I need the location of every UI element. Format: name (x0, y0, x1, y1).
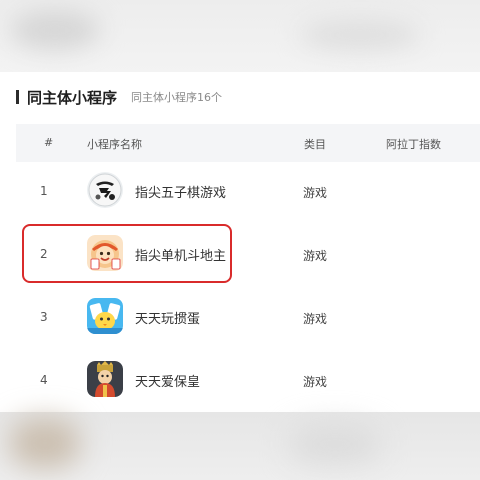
header-category: 类目 (304, 138, 326, 151)
section-accent-bar (16, 90, 19, 104)
gomoku-app-icon[interactable] (87, 172, 123, 208)
table-row[interactable]: 4 天天爱保皇 游戏 (16, 349, 480, 411)
app-name-link[interactable]: 天天爱保皇 (135, 371, 200, 390)
blur-smudge (290, 424, 380, 464)
row-index: 1 (40, 184, 48, 198)
header-index: # (44, 136, 54, 149)
category-cell: 游戏 (303, 312, 328, 326)
section-header: 同主体小程序 同主体小程序16个 (16, 86, 222, 108)
category-cell: 游戏 (303, 186, 328, 200)
table-row[interactable]: 3 天天玩掼蛋 游戏 (16, 286, 480, 348)
header-aladdin-index[interactable]: 阿拉丁指数 (386, 136, 441, 152)
baohuang-app-icon[interactable] (87, 361, 123, 397)
guandan-app-icon[interactable] (87, 298, 123, 334)
app-name-link[interactable]: 指尖五子棋游戏 (135, 182, 226, 201)
category-cell: 游戏 (303, 249, 328, 263)
table-header: # 小程序名称 类目 阿拉丁指数 (16, 124, 480, 162)
table-row[interactable]: 1 指尖五子棋游戏 游戏 (16, 160, 480, 222)
blur-smudge (10, 418, 80, 468)
row-index: 4 (40, 373, 48, 387)
category-cell: 游戏 (303, 375, 328, 389)
highlight-annotation-box (22, 224, 232, 283)
blur-smudge (300, 20, 420, 50)
section-title: 同主体小程序 (27, 88, 118, 107)
app-name-link[interactable]: 天天玩掼蛋 (135, 308, 200, 327)
section-subtitle: 同主体小程序16个 (131, 91, 223, 104)
row-index: 3 (40, 310, 48, 324)
blur-smudge (10, 10, 100, 50)
blurred-top-area (0, 0, 480, 72)
blurred-bottom-area (0, 412, 480, 480)
header-name: 小程序名称 (87, 138, 142, 151)
